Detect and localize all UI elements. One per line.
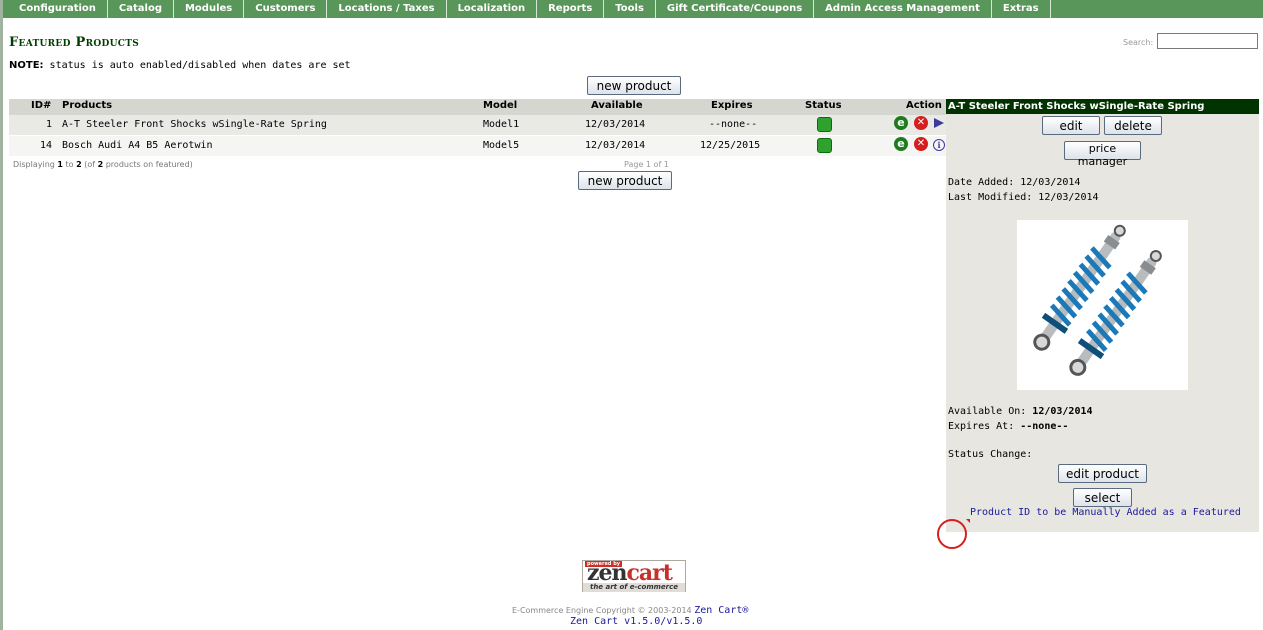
shock-absorber-image xyxy=(1033,224,1162,376)
left-edge xyxy=(0,0,3,630)
menu-configuration[interactable]: Configuration xyxy=(8,0,108,18)
date-added: Date Added: 12/03/2014 xyxy=(948,177,1081,188)
manual-add-featured-link[interactable]: Product ID to be Manually Added as a Fea… xyxy=(970,507,1241,518)
menu-customers[interactable]: Customers xyxy=(244,0,328,18)
edit-icon[interactable]: e xyxy=(894,137,908,151)
table-row[interactable]: 1 A-T Steeler Front Shocks wSingle-Rate … xyxy=(9,115,946,135)
expires-at: Expires At: --none-- xyxy=(948,421,1069,432)
status-enabled-icon[interactable] xyxy=(817,138,832,153)
header-available: Available xyxy=(591,100,643,111)
cell-id: 14 xyxy=(40,140,53,151)
menu-modules[interactable]: Modules xyxy=(174,0,245,18)
menu-gift-certificate-coupons[interactable]: Gift Certificate/Coupons xyxy=(656,0,815,18)
header-products: Products xyxy=(62,100,113,111)
note-text: status is auto enabled/disabled when dat… xyxy=(43,60,351,71)
cell-expires: 12/25/2015 xyxy=(700,140,761,151)
edit-product-button[interactable]: edit product xyxy=(1058,464,1147,483)
note-label: NOTE: xyxy=(9,60,44,71)
menu-admin-access-management[interactable]: Admin Access Management xyxy=(814,0,992,18)
delete-button[interactable]: delete xyxy=(1104,116,1162,135)
selected-arrow-icon xyxy=(934,118,944,128)
header-expires: Expires xyxy=(711,100,753,111)
cell-id: 1 xyxy=(46,119,53,130)
page-indicator: Page 1 of 1 xyxy=(624,160,669,169)
cell-expires: --none-- xyxy=(709,119,758,130)
search-input[interactable] xyxy=(1157,33,1258,49)
table-header: ID# Products Model Available Expires Sta… xyxy=(9,99,946,115)
version-link[interactable]: Zen Cart v1.5.0/v1.5.0 xyxy=(570,616,702,627)
edit-icon[interactable]: e xyxy=(894,116,908,130)
menu-locations-taxes[interactable]: Locations / Taxes xyxy=(327,0,447,18)
edit-button[interactable]: edit xyxy=(1042,116,1100,135)
search-label: Search: xyxy=(1123,38,1154,47)
admin-menu: Configuration Catalog Modules Customers … xyxy=(3,0,1263,18)
cursor-pointer-icon xyxy=(966,519,970,523)
menu-extras[interactable]: Extras xyxy=(992,0,1051,18)
zen-cart-logo[interactable]: powered by zencart the art of e-commerce xyxy=(582,560,686,592)
pagination-summary: Displaying 1 to 2 (of 2 products on feat… xyxy=(13,160,193,169)
menu-catalog[interactable]: Catalog xyxy=(108,0,174,18)
new-product-button-top[interactable]: new product xyxy=(587,76,681,95)
admin-menu-bar: Configuration Catalog Modules Customers … xyxy=(3,0,1263,18)
last-modified: Last Modified: 12/03/2014 xyxy=(948,192,1099,203)
page-title: Featured Products xyxy=(9,35,140,50)
header-id: ID# xyxy=(31,100,52,111)
table-row[interactable]: 14 Bosch Audi A4 B5 Aerotwin Model5 12/0… xyxy=(9,136,946,156)
logo-wordmark: zencart xyxy=(587,560,673,586)
logo-tagline: the art of e-commerce xyxy=(583,583,685,592)
copyright-line: E-Commerce Engine Copyright © 2003-2014 … xyxy=(512,605,749,616)
cell-model: Model5 xyxy=(483,140,520,151)
click-indicator xyxy=(937,519,967,549)
cell-available: 12/03/2014 xyxy=(585,119,646,130)
delete-icon[interactable]: ✕ xyxy=(914,137,928,151)
new-product-button-bottom[interactable]: new product xyxy=(578,171,672,190)
header-action: Action xyxy=(906,100,942,111)
available-on: Available On: 12/03/2014 xyxy=(948,406,1093,417)
delete-icon[interactable]: ✕ xyxy=(914,116,928,130)
menu-reports[interactable]: Reports xyxy=(537,0,605,18)
product-image xyxy=(1017,220,1188,390)
status-note: NOTE: status is auto enabled/disabled wh… xyxy=(9,60,351,71)
cell-product: A-T Steeler Front Shocks wSingle-Rate Sp… xyxy=(62,119,327,130)
header-model: Model xyxy=(483,100,518,111)
cell-product: Bosch Audi A4 B5 Aerotwin xyxy=(62,140,213,151)
product-info-panel: A-T Steeler Front Shocks wSingle-Rate Sp… xyxy=(946,99,1259,532)
select-button[interactable]: select xyxy=(1073,488,1132,507)
status-enabled-icon[interactable] xyxy=(817,117,832,132)
info-icon[interactable]: i xyxy=(933,139,945,151)
cell-available: 12/03/2014 xyxy=(585,140,646,151)
panel-title: A-T Steeler Front Shocks wSingle-Rate Sp… xyxy=(946,99,1259,114)
price-manager-button[interactable]: price manager xyxy=(1064,141,1141,168)
header-status: Status xyxy=(805,100,842,111)
cell-model: Model1 xyxy=(483,119,520,130)
zen-cart-link[interactable]: Zen Cart® xyxy=(694,605,748,616)
status-change-label: Status Change: xyxy=(948,449,1033,460)
menu-localization[interactable]: Localization xyxy=(447,0,538,18)
menu-tools[interactable]: Tools xyxy=(604,0,656,18)
